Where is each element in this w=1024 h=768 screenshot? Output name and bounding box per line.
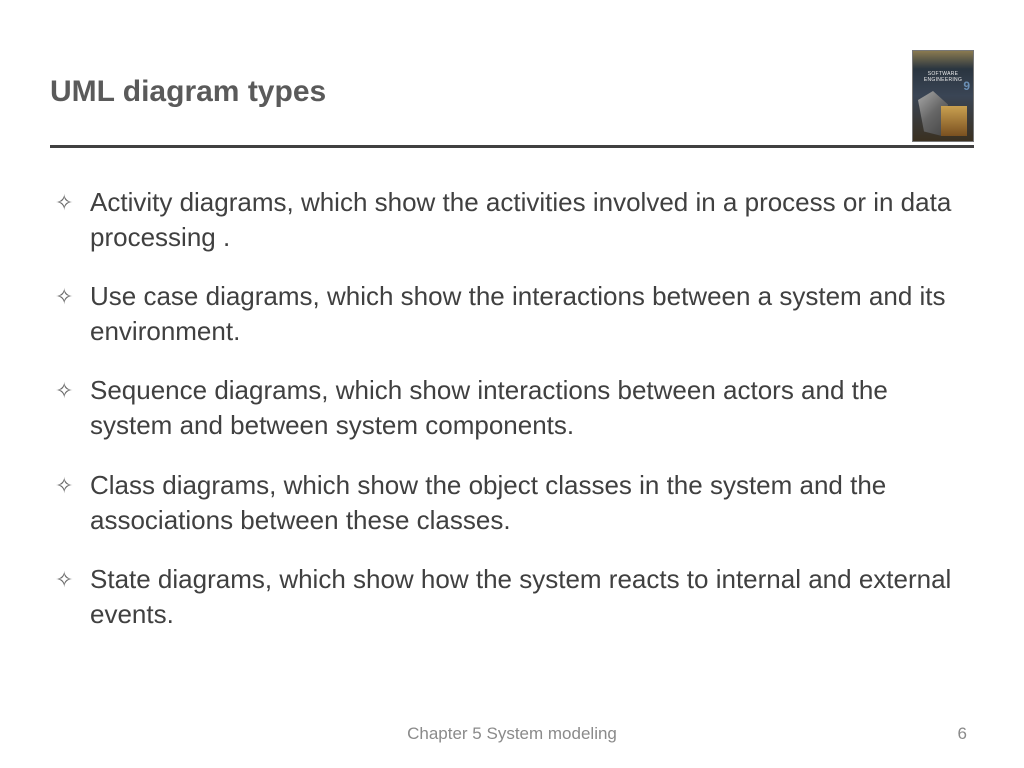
list-item: ✧ Sequence diagrams, which show interact… bbox=[55, 373, 969, 443]
list-item: ✧ Use case diagrams, which show the inte… bbox=[55, 279, 969, 349]
book-cover-image bbox=[912, 50, 974, 142]
list-item: ✧ State diagrams, which show how the sys… bbox=[55, 562, 969, 632]
slide-title: UML diagram types bbox=[50, 75, 326, 109]
list-item: ✧ Activity diagrams, which show the acti… bbox=[55, 185, 969, 255]
bullet-text: Activity diagrams, which show the activi… bbox=[90, 185, 969, 255]
page-number: 6 bbox=[958, 724, 967, 744]
diamond-bullet-icon: ✧ bbox=[55, 279, 90, 312]
diamond-bullet-icon: ✧ bbox=[55, 185, 90, 218]
diamond-bullet-icon: ✧ bbox=[55, 468, 90, 501]
slide-header: UML diagram types bbox=[0, 0, 1024, 150]
bullet-text: State diagrams, which show how the syste… bbox=[90, 562, 969, 632]
footer-chapter: Chapter 5 System modeling bbox=[0, 724, 1024, 744]
diamond-bullet-icon: ✧ bbox=[55, 562, 90, 595]
bullet-text: Sequence diagrams, which show interactio… bbox=[90, 373, 969, 443]
bullet-text: Use case diagrams, which show the intera… bbox=[90, 279, 969, 349]
header-divider bbox=[50, 145, 974, 148]
slide-content: ✧ Activity diagrams, which show the acti… bbox=[0, 150, 1024, 632]
bullet-text: Class diagrams, which show the object cl… bbox=[90, 468, 969, 538]
bullet-list: ✧ Activity diagrams, which show the acti… bbox=[55, 185, 969, 632]
diamond-bullet-icon: ✧ bbox=[55, 373, 90, 406]
list-item: ✧ Class diagrams, which show the object … bbox=[55, 468, 969, 538]
